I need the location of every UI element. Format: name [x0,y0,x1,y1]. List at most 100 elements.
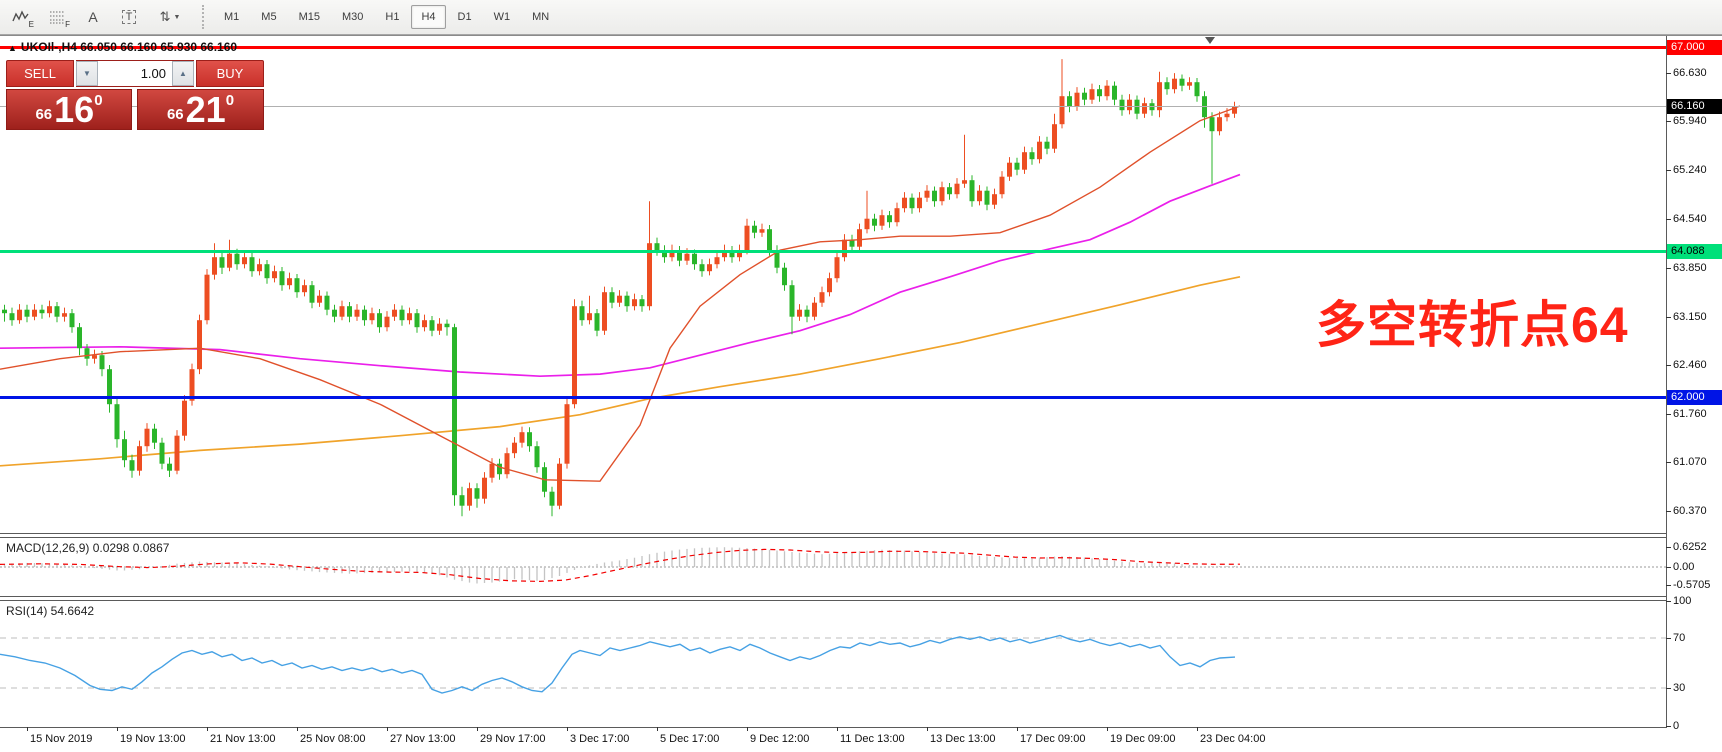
rsi-axis-label: 100 [1673,595,1691,607]
time-axis-tick [117,727,118,731]
rsi-axis-tick [1666,601,1671,602]
macd-label: MACD(12,26,9) 0.0298 0.0867 [6,541,169,555]
one-click-trade-panel: SELL ▼ ▲ BUY 66 16 0 66 21 0 [6,60,264,130]
time-axis-tick [387,727,388,731]
timeframe-button-m15[interactable]: M15 [289,5,330,29]
macd-signal-line [0,549,1240,581]
time-axis-label: 21 Nov 13:00 [210,733,275,745]
rsi-axis-label: 30 [1673,682,1685,694]
rsi-axis-tick [1666,688,1671,689]
text-box-icon[interactable]: T [114,4,144,30]
price-axis-tick [1666,170,1671,171]
volume-increase-button[interactable]: ▲ [172,61,194,86]
time-axis-tick [837,727,838,731]
buy-button[interactable]: BUY [196,60,264,87]
rsi-axis-label: 0 [1673,720,1679,732]
indicators-icon[interactable]: E [6,4,36,30]
panel-separator[interactable] [0,533,1667,538]
time-axis-label: 19 Dec 09:00 [1110,733,1175,745]
arrange-symbols-icon[interactable]: ⇅▼ [150,4,190,30]
collapse-arrow-icon[interactable]: ▲ [8,43,17,53]
volume-input[interactable] [98,61,172,86]
indicators-icon-sub: E [29,20,34,29]
time-axis-label: 9 Dec 12:00 [750,733,809,745]
horizontal-line-62[interactable] [0,396,1666,399]
grid-icon-sub: F [65,20,70,29]
time-axis-label: 23 Dec 04:00 [1200,733,1265,745]
time-axis-label: 17 Dec 09:00 [1020,733,1085,745]
price-axis-tick [1666,511,1671,512]
macd-axis-tick [1666,567,1671,568]
chart-annotation-text: 多空转折点64 [1316,285,1629,357]
time-axis-label: 11 Dec 13:00 [840,733,905,745]
buy-price-pips: 21 [186,93,226,127]
candlestick-chart [0,36,1722,752]
price-axis-tick [1666,317,1671,318]
macd-axis-tick [1666,585,1671,586]
mt4-trading-window: E F A T ⇅▼ M1M5M15M30H1H4D1W1MN [0,0,1722,752]
price-axis-label: 65.240 [1673,164,1707,176]
toolbar-separator [202,5,204,29]
buy-price-tile[interactable]: 66 21 0 [137,89,264,130]
timeframe-button-h1[interactable]: H1 [375,5,409,29]
panel-separator[interactable] [0,596,1667,601]
time-axis-tick [1197,727,1198,731]
letter-a-icon[interactable]: A [78,4,108,30]
time-axis-tick [567,727,568,731]
time-axis-label: 27 Nov 13:00 [390,733,455,745]
price-axis-tick [1666,414,1671,415]
price-axis-tick [1666,121,1671,122]
grid-icon[interactable]: F [42,4,72,30]
chart-shift-marker[interactable] [1205,37,1215,44]
price-axis-tick [1666,365,1671,366]
timeframe-button-d1[interactable]: D1 [448,5,482,29]
time-axis-label: 5 Dec 17:00 [660,733,719,745]
sell-price-pips: 16 [54,93,94,127]
timeframe-group: M1M5M15M30H1H4D1W1MN [214,5,561,29]
price-badge-66.160: 66.160 [1667,99,1722,114]
time-axis-label: 13 Dec 13:00 [930,733,995,745]
sell-price-point: 0 [94,92,102,109]
chart-area[interactable]: ▲UKOIl-,H4 66.050 66.160 65.930 66.160 S… [0,36,1722,752]
symbol-ohlc-line: ▲UKOIl-,H4 66.050 66.160 65.930 66.160 [8,40,237,54]
time-axis-tick [297,727,298,731]
price-axis-border [1666,36,1667,727]
sell-button[interactable]: SELL [6,60,74,87]
time-axis-label: 29 Nov 17:00 [480,733,545,745]
time-axis-tick [747,727,748,731]
price-axis-tick [1666,268,1671,269]
price-axis-label: 61.760 [1673,408,1707,420]
price-axis-tick [1666,219,1671,220]
time-axis-label: 3 Dec 17:00 [570,733,629,745]
timeframe-button-w1[interactable]: W1 [484,5,521,29]
sell-price-tile[interactable]: 66 16 0 [6,89,132,130]
price-axis-label: 63.850 [1673,262,1707,274]
rsi-axis-tick [1666,638,1671,639]
chart-border [0,35,1722,36]
price-axis-label: 65.940 [1673,115,1707,127]
dropdown-caret-icon: ▼ [173,14,180,21]
horizontal-line-64.088[interactable] [0,250,1666,253]
price-axis-label: 64.540 [1673,213,1707,225]
time-axis-label: 19 Nov 13:00 [120,733,185,745]
rsi-line [0,636,1235,694]
macd-axis-label: 0.6252 [1673,541,1707,553]
time-axis-tick [1017,727,1018,731]
time-axis-tick [477,727,478,731]
toolbar: E F A T ⇅▼ M1M5M15M30H1H4D1W1MN [0,0,1722,35]
price-axis-label: 66.630 [1673,67,1707,79]
volume-decrease-button[interactable]: ▼ [76,61,98,86]
price-axis-label: 62.460 [1673,359,1707,371]
macd-axis-tick [1666,547,1671,548]
macd-axis-label: 0.00 [1673,561,1694,573]
ma-mid-line [0,175,1240,377]
timeframe-button-m5[interactable]: M5 [251,5,286,29]
timeframe-button-h4[interactable]: H4 [411,5,445,29]
timeframe-button-m1[interactable]: M1 [214,5,249,29]
timeframe-button-m30[interactable]: M30 [332,5,373,29]
time-axis-label: 25 Nov 08:00 [300,733,365,745]
time-axis-tick [657,727,658,731]
price-axis-tick [1666,462,1671,463]
horizontal-line-67[interactable] [0,46,1666,49]
timeframe-button-mn[interactable]: MN [522,5,559,29]
